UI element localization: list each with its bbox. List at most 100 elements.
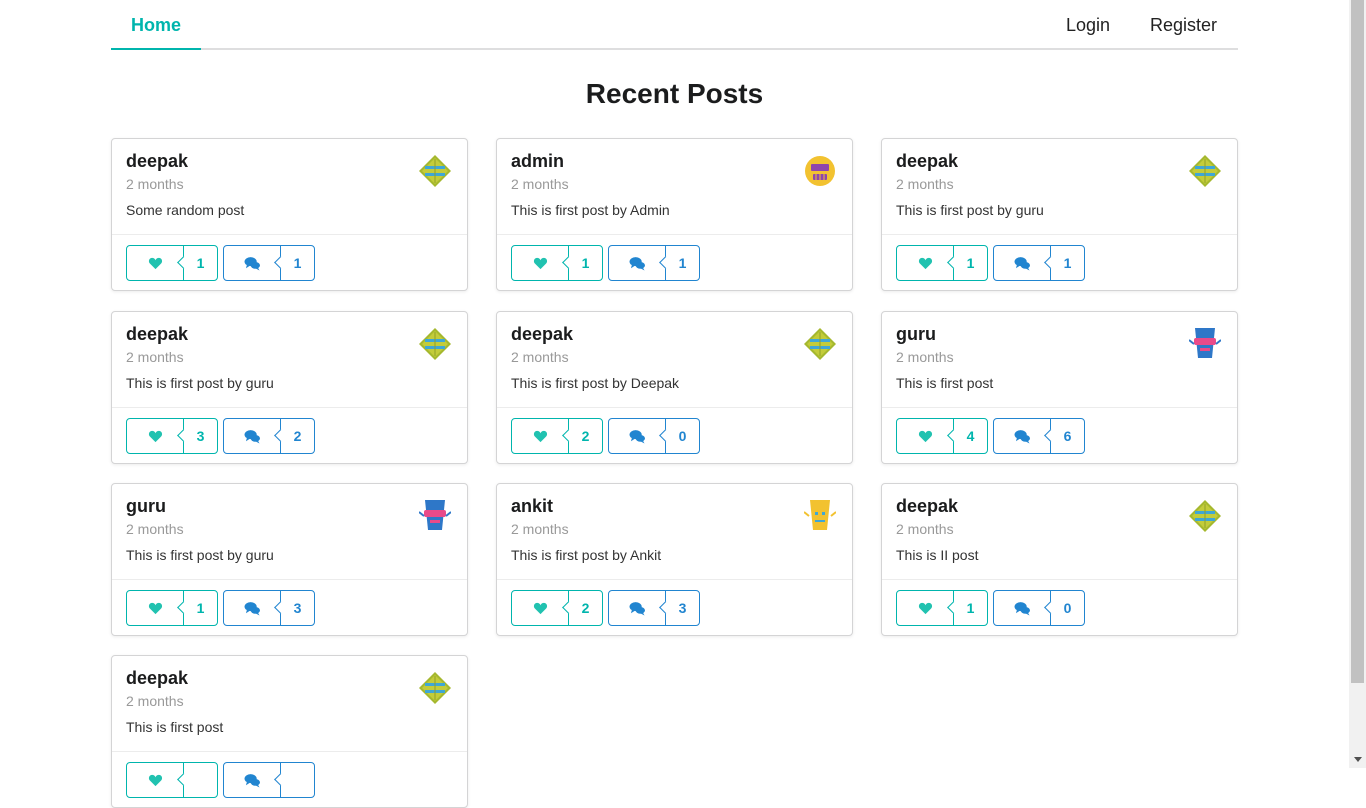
comment-count: 1: [293, 255, 302, 271]
post-time: 2 months: [126, 693, 184, 709]
nav-register[interactable]: Register: [1150, 0, 1217, 48]
post-author[interactable]: guru: [896, 324, 936, 345]
comment-button[interactable]: 3: [223, 590, 315, 626]
comment-button[interactable]: 6: [993, 418, 1085, 454]
like-button[interactable]: 4: [896, 418, 988, 454]
post-card: deepak 2 months This is first post by guru…: [111, 311, 468, 464]
comment-button[interactable]: 0: [993, 590, 1085, 626]
comment-button[interactable]: 2: [223, 418, 315, 454]
post-text: This is first post by guru: [896, 202, 1044, 218]
comment-count: [281, 763, 314, 797]
post-author[interactable]: guru: [126, 496, 166, 517]
avatar: [803, 500, 837, 532]
comment-icon: [994, 246, 1050, 280]
card-divider: [497, 407, 852, 408]
avatar: [804, 155, 836, 187]
post-card: admin 2 months This is first post by Admin…: [496, 138, 853, 291]
card-divider: [882, 579, 1237, 580]
comment-icon: [224, 419, 280, 453]
comment-count: 0: [678, 428, 687, 444]
scrollbar-thumb[interactable]: [1351, 0, 1364, 683]
post-author[interactable]: deepak: [126, 668, 188, 689]
heart-icon: [127, 763, 183, 797]
comment-icon: [609, 419, 665, 453]
card-divider: [497, 234, 852, 235]
card-divider: [882, 407, 1237, 408]
like-count: 2: [581, 428, 590, 444]
card-divider: [497, 579, 852, 580]
post-card: guru 2 months This is first post by guru 1 3: [111, 483, 468, 636]
comment-count: 1: [1063, 255, 1072, 271]
like-button[interactable]: 1: [126, 590, 218, 626]
post-author[interactable]: deepak: [896, 151, 958, 172]
comment-button[interactable]: 0: [608, 418, 700, 454]
heart-icon: [897, 246, 953, 280]
card-divider: [882, 234, 1237, 235]
like-count: 2: [581, 600, 590, 616]
nav-home[interactable]: Home: [111, 0, 201, 50]
post-text: This is first post by Deepak: [511, 375, 680, 391]
like-button[interactable]: 3: [126, 418, 218, 454]
comment-button[interactable]: 3: [608, 590, 700, 626]
comment-button[interactable]: 1: [223, 245, 315, 281]
like-button[interactable]: 1: [896, 245, 988, 281]
post-card: deepak 2 months This is II post 1 0: [881, 483, 1238, 636]
post-author[interactable]: deepak: [126, 151, 188, 172]
post-card: ankit 2 months This is first post by Ankit…: [496, 483, 853, 636]
card-divider: [112, 234, 467, 235]
comment-button[interactable]: 1: [608, 245, 700, 281]
card-divider: [112, 407, 467, 408]
comment-button[interactable]: 1: [993, 245, 1085, 281]
post-text: Some random post: [126, 202, 245, 218]
post-text: This is first post by Ankit: [511, 547, 662, 563]
post-text: This is first post by guru: [126, 375, 274, 391]
like-count: 1: [196, 255, 205, 271]
avatar: [1188, 328, 1222, 360]
comment-icon: [994, 591, 1050, 625]
comment-count: 6: [1063, 428, 1072, 444]
heart-icon: [512, 246, 568, 280]
avatar: [1189, 155, 1221, 187]
comment-icon: [224, 246, 280, 280]
avatar: [419, 672, 451, 704]
comment-icon: [224, 591, 280, 625]
page-container: Home Login Register Recent Posts deepak 2…: [111, 0, 1238, 808]
top-menu: Home Login Register: [111, 0, 1238, 50]
scroll-down-icon[interactable]: [1354, 757, 1362, 762]
post-author[interactable]: admin: [511, 151, 564, 172]
like-button[interactable]: 2: [511, 590, 603, 626]
post-author[interactable]: deepak: [126, 324, 188, 345]
post-author[interactable]: ankit: [511, 496, 553, 517]
like-button[interactable]: 1: [511, 245, 603, 281]
like-count: 1: [196, 600, 205, 616]
avatar: [418, 500, 452, 532]
post-card: deepak 2 months This is first post by Deep…: [496, 311, 853, 464]
post-time: 2 months: [511, 176, 569, 192]
like-button[interactable]: 2: [511, 418, 603, 454]
post-time: 2 months: [896, 349, 954, 365]
like-button[interactable]: [126, 762, 218, 798]
post-time: 2 months: [896, 521, 954, 537]
heart-icon: [897, 419, 953, 453]
page-scrollbar[interactable]: [1349, 0, 1366, 768]
page-title: Recent Posts: [585, 78, 764, 109]
comment-count: 2: [293, 428, 302, 444]
comment-count: 1: [678, 255, 687, 271]
comment-icon: [994, 419, 1050, 453]
avatar: [419, 328, 451, 360]
like-button[interactable]: 1: [126, 245, 218, 281]
comment-button[interactable]: [223, 762, 315, 798]
nav-login[interactable]: Login: [1066, 0, 1110, 48]
post-time: 2 months: [126, 176, 184, 192]
heart-icon: [897, 591, 953, 625]
post-text: This is first post by guru: [126, 547, 274, 563]
post-time: 2 months: [511, 521, 569, 537]
post-text: This is first post: [126, 719, 224, 735]
heart-icon: [127, 419, 183, 453]
post-author[interactable]: deepak: [896, 496, 958, 517]
like-button[interactable]: 1: [896, 590, 988, 626]
post-author[interactable]: deepak: [511, 324, 573, 345]
post-time: 2 months: [896, 176, 954, 192]
post-text: This is II post: [896, 547, 979, 563]
heart-icon: [127, 246, 183, 280]
